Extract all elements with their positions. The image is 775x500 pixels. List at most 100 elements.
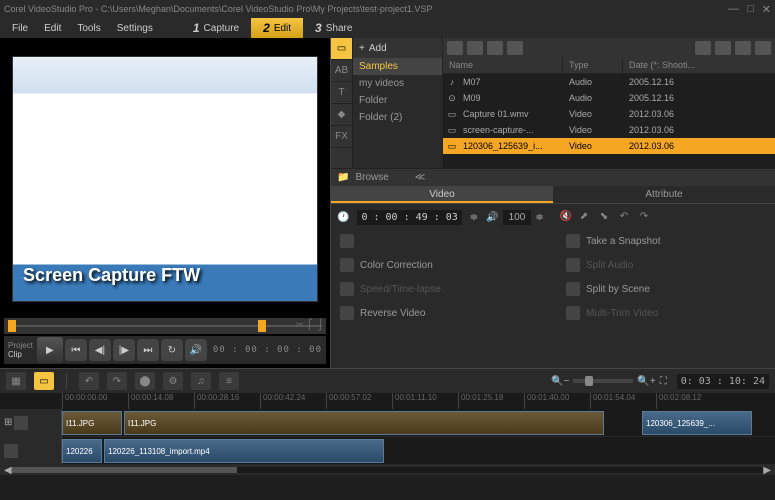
folder-samples[interactable]: Samples xyxy=(353,58,442,75)
preview-video[interactable]: Screen Capture FTW xyxy=(4,42,326,316)
rotate-left-icon[interactable]: ↶ xyxy=(620,211,634,225)
opt-crop[interactable] xyxy=(337,231,543,251)
thumb-view-icon[interactable] xyxy=(715,41,731,55)
mute-icon[interactable]: 🔇 xyxy=(560,211,574,225)
next-button[interactable]: ⏭ xyxy=(137,339,159,361)
project-clip-toggle[interactable]: Project Clip xyxy=(8,341,33,359)
volume-stepper[interactable]: ≑ xyxy=(535,212,543,223)
opt-split-scene[interactable]: Split by Scene xyxy=(563,279,769,299)
volume-button[interactable]: 🔊 xyxy=(185,339,207,361)
scrub-start-marker[interactable] xyxy=(8,320,16,332)
timeline-clip[interactable]: I11.JPG xyxy=(124,411,604,435)
step-edit[interactable]: 2Edit xyxy=(251,18,303,38)
loop-button[interactable]: ↻ xyxy=(161,339,183,361)
audio-icon: ⊙ xyxy=(443,93,461,104)
storyboard-view-icon[interactable]: ▦ xyxy=(6,372,26,390)
add-folder-button[interactable]: +Add xyxy=(353,38,442,58)
timeline-clip[interactable]: 120226 xyxy=(62,439,102,463)
track-manager-icon[interactable]: ≡ xyxy=(219,372,239,390)
color-icon xyxy=(340,258,354,272)
record-icon[interactable]: ⬤ xyxy=(135,372,155,390)
zoom-out-icon[interactable]: 🔍− xyxy=(551,376,569,387)
prev-button[interactable]: ⏮ xyxy=(65,339,87,361)
filter-video-icon[interactable] xyxy=(467,41,483,55)
menu-file[interactable]: File xyxy=(4,20,36,37)
menu-edit[interactable]: Edit xyxy=(36,20,69,37)
zoom-slider[interactable] xyxy=(573,379,633,383)
minimize-icon[interactable]: — xyxy=(728,3,739,16)
graphic-tab-icon[interactable]: ◆ xyxy=(331,104,352,126)
opt-reverse[interactable]: Reverse Video xyxy=(337,303,543,323)
mark-in-icon[interactable]: ⎡ xyxy=(308,320,313,331)
forward-button[interactable]: |▶ xyxy=(113,339,135,361)
timeline-clip[interactable]: 120226_113108_import.mp4 xyxy=(104,439,384,463)
timeline-ruler[interactable]: 00:00:00.00 00:00:14.08 00:00:28.16 00:0… xyxy=(0,393,775,409)
mark-out-icon[interactable]: ⎦ xyxy=(317,320,322,331)
speed-icon xyxy=(340,282,354,296)
timeline-scrollbar[interactable] xyxy=(12,467,764,473)
folder-2[interactable]: Folder (2) xyxy=(353,109,442,126)
scrub-end-marker[interactable] xyxy=(258,320,266,332)
folder-myvideos[interactable]: my videos xyxy=(353,75,442,92)
plus-icon: + xyxy=(359,43,365,54)
play-button[interactable]: ▶ xyxy=(37,337,63,363)
volume-field[interactable]: 100 xyxy=(503,210,532,225)
sort-icon[interactable] xyxy=(735,41,751,55)
zoom-in-icon[interactable]: 🔍+ xyxy=(637,376,655,387)
close-icon[interactable]: ✕ xyxy=(762,3,771,16)
preview-panel: Screen Capture FTW ✂ ⎡ ⎦ Project Clip ▶ … xyxy=(0,38,330,368)
redo-icon[interactable]: ↷ xyxy=(107,372,127,390)
fit-icon[interactable]: ⛶ xyxy=(660,376,667,387)
clock-icon: 🕐 xyxy=(337,212,349,223)
file-row[interactable]: ▭Capture 01.wmvVideo2012.03.06 xyxy=(443,106,775,122)
tab-attribute[interactable]: Attribute xyxy=(553,186,775,203)
mixer-icon[interactable]: ⚙ xyxy=(163,372,183,390)
opt-split-audio: Split Audio xyxy=(563,255,769,275)
menu-tools[interactable]: Tools xyxy=(69,20,108,37)
folder-1[interactable]: Folder xyxy=(353,92,442,109)
browse-label[interactable]: Browse xyxy=(355,172,388,183)
browse-folder-icon[interactable]: 📁 xyxy=(337,172,349,183)
menu-settings[interactable]: Settings xyxy=(109,20,161,37)
filter-image-icon[interactable] xyxy=(487,41,503,55)
overlay-track-head[interactable] xyxy=(0,437,62,464)
export-icon[interactable] xyxy=(755,41,771,55)
file-row[interactable]: ♪M07Audio2005.12.16 xyxy=(443,74,775,90)
media-tab-icon[interactable]: ▭ xyxy=(331,38,352,60)
step-capture[interactable]: 1Capture xyxy=(181,18,251,38)
tab-video[interactable]: Video xyxy=(331,186,553,203)
scrubber[interactable]: ✂ ⎡ ⎦ xyxy=(4,318,326,334)
fade-out-icon[interactable]: ⬊ xyxy=(600,211,614,225)
scroll-left-icon[interactable]: ◀ xyxy=(4,465,12,476)
step-share[interactable]: 3Share xyxy=(303,18,364,38)
rotate-right-icon[interactable]: ↷ xyxy=(640,211,654,225)
auto-music-icon[interactable]: ♫ xyxy=(191,372,211,390)
rewind-button[interactable]: ◀| xyxy=(89,339,111,361)
import-icon[interactable] xyxy=(447,41,463,55)
cut-icon[interactable]: ✂ xyxy=(296,320,304,331)
timeline-clip[interactable]: I11.JPG xyxy=(62,411,122,435)
filter-tab-icon[interactable]: FX xyxy=(331,126,352,148)
title-tab-icon[interactable]: T xyxy=(331,82,352,104)
maximize-icon[interactable]: □ xyxy=(747,3,754,16)
file-row[interactable]: ⊙M09Audio2005.12.16 xyxy=(443,90,775,106)
fade-in-icon[interactable]: ⬈ xyxy=(580,211,594,225)
transitions-tab-icon[interactable]: AB xyxy=(331,60,352,82)
timeline-clip[interactable]: 120306_125639_... xyxy=(642,411,752,435)
undo-icon[interactable]: ↶ xyxy=(79,372,99,390)
filter-audio-icon[interactable] xyxy=(507,41,523,55)
duration-field[interactable]: 0 : 00 : 49 : 03 xyxy=(357,210,461,225)
timeline-view-icon[interactable]: ▭ xyxy=(34,372,54,390)
opt-snapshot[interactable]: Take a Snapshot xyxy=(563,231,769,251)
video-track-head[interactable]: ⊞ xyxy=(0,409,62,436)
opt-color-correction[interactable]: Color Correction xyxy=(337,255,543,275)
file-row[interactable]: ▭screen-capture-...Video2012.03.06 xyxy=(443,122,775,138)
collapse-icon[interactable]: ≪ xyxy=(415,172,425,183)
crop-icon xyxy=(340,234,354,248)
scroll-right-icon[interactable]: ▶ xyxy=(763,465,771,476)
expand-icon[interactable]: ⊞ xyxy=(4,417,12,428)
file-row[interactable]: ▭120306_125639_i...Video2012.03.06 xyxy=(443,138,775,154)
camera-icon xyxy=(566,234,580,248)
list-view-icon[interactable] xyxy=(695,41,711,55)
duration-stepper[interactable]: ≑ xyxy=(470,212,478,223)
